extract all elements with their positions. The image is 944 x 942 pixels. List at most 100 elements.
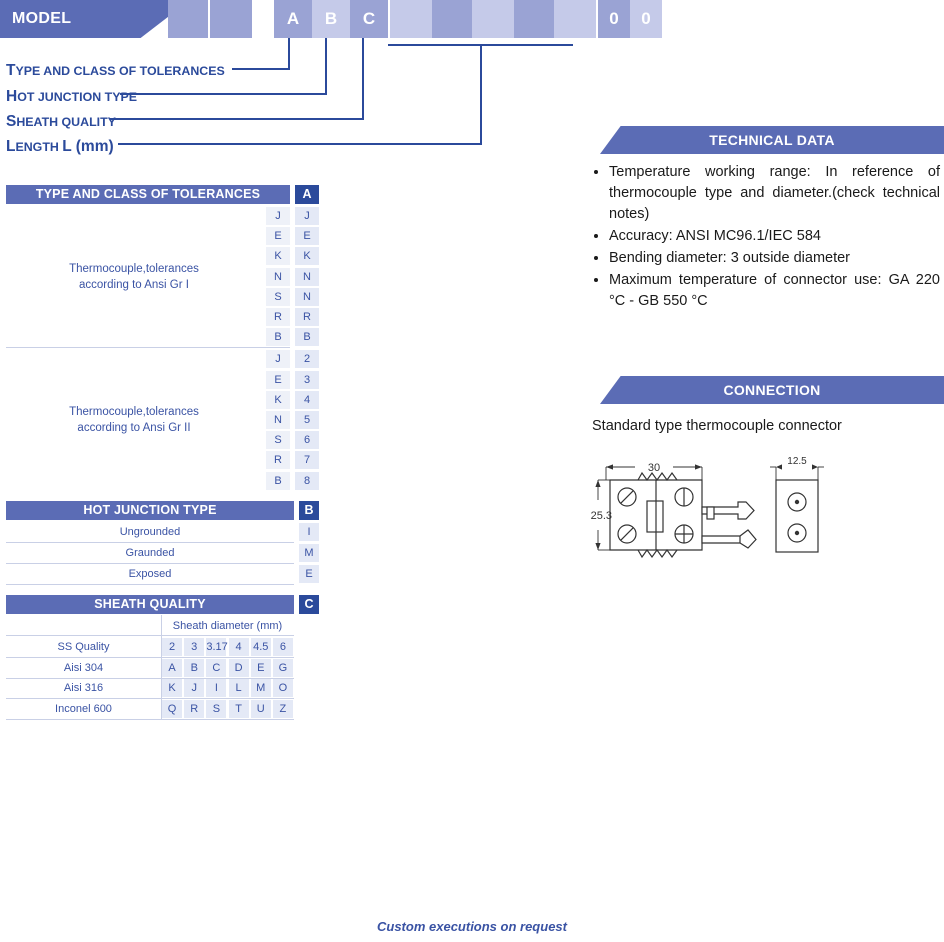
leader-line-2 xyxy=(325,38,327,95)
legend-initial: H xyxy=(6,88,18,105)
junction-row-code: I xyxy=(299,523,319,541)
model-code-box-3: B xyxy=(312,0,350,38)
tolerance-group-description-0: Thermocouple,tolerances according to Ansi… xyxy=(6,261,262,293)
model-banner: MODEL xyxy=(0,0,190,38)
junction-row-divider xyxy=(6,542,294,543)
tolerance-code-cell: 7 xyxy=(295,451,319,470)
model-code-box-2: A xyxy=(274,0,312,38)
junction-row-divider xyxy=(6,584,294,585)
sheath-cell: 3.17 xyxy=(206,638,228,656)
connection-title: CONNECTION xyxy=(723,382,821,398)
model-code-box-9 xyxy=(554,0,596,38)
model-code-box-1 xyxy=(210,0,252,38)
tolerance-code-cell: K xyxy=(295,247,319,266)
tolerance-desc-line1: Thermocouple,tolerances xyxy=(69,406,199,419)
sheath-cell: S xyxy=(206,699,227,718)
sheath-row-divider xyxy=(6,718,294,720)
tolerance-desc-line2: according to Ansi Gr I xyxy=(79,278,189,291)
sheath-cell: K xyxy=(162,679,183,697)
model-code-box-5 xyxy=(390,0,432,38)
tolerance-desc-line1: Thermocouple,tolerances xyxy=(69,262,199,275)
model-code-box-11: 0 xyxy=(630,0,662,38)
tolerance-type-cell: R xyxy=(266,451,290,470)
tolerance-code-cell: 5 xyxy=(295,411,319,429)
sheath-column-divider xyxy=(161,615,162,720)
tolerance-type-cell: K xyxy=(266,390,290,409)
legend-item-hot-junction: HOT JUNCTION TYPE xyxy=(6,88,137,106)
sheath-cell: 3 xyxy=(184,638,205,656)
sheath-cell: M xyxy=(250,679,271,697)
legend-text: HEATH QUALITY xyxy=(16,115,116,129)
technical-data-banner: TECHNICAL DATA xyxy=(600,126,944,154)
junction-row-divider xyxy=(6,563,294,564)
tolerance-type-cell: S xyxy=(266,431,290,450)
sheath-diameter-header: Sheath diameter (mm) xyxy=(172,620,283,632)
sheath-cell: A xyxy=(162,658,183,677)
legend-text: YPE AND CLASS OF TOLERANCES xyxy=(15,64,225,78)
tolerance-code-cell: E xyxy=(295,227,319,246)
tolerance-desc-line2: according to Ansi Gr II xyxy=(77,422,191,435)
tolerance-code-cell: 8 xyxy=(295,471,319,490)
tolerance-type-cell: J xyxy=(266,350,290,369)
sheath-cell: O xyxy=(272,679,293,697)
dimension-height: 25.3 xyxy=(591,510,612,522)
model-code-box-10: 0 xyxy=(598,0,630,38)
sheath-cell: U xyxy=(250,699,271,718)
sheath-cell: 4 xyxy=(228,638,249,656)
sheath-cell: 2 xyxy=(162,638,183,656)
tolerance-type-cell: N xyxy=(266,411,290,429)
tolerance-type-cell: N xyxy=(266,267,290,286)
tolerance-code-cell: N xyxy=(295,287,319,306)
leader-line-0 xyxy=(288,38,290,70)
tolerance-code-cell: 4 xyxy=(295,390,319,409)
tolerance-table: TYPE AND CLASS OF TOLERANCES A Thermocoupl… xyxy=(6,185,319,494)
sheath-table-title: SHEATH QUALITY xyxy=(6,595,294,614)
technical-data-bullet-0: Temperature working range: In reference … xyxy=(609,162,940,225)
tolerance-code-cell: B xyxy=(295,328,319,347)
model-code-box-0 xyxy=(168,0,208,38)
model-code-box-4: C xyxy=(350,0,388,38)
technical-data-list: Temperature working range: In reference … xyxy=(592,162,940,313)
leader-line-4 xyxy=(362,38,364,120)
tolerance-code-cell: R xyxy=(295,308,319,326)
legend-text: ENGTH xyxy=(15,140,63,154)
dimension-end: 12.5 xyxy=(787,456,807,467)
junction-row-code: M xyxy=(299,544,319,562)
model-code-box-7 xyxy=(472,0,514,38)
sheath-cell: G xyxy=(272,658,293,677)
tolerance-code-cell: 2 xyxy=(295,350,319,369)
leader-line-3 xyxy=(120,93,327,95)
sheath-cell: I xyxy=(206,679,227,697)
legend-suffix: L (mm) xyxy=(62,138,114,155)
sheath-row-label: Aisi 316 xyxy=(63,682,104,694)
sheath-row-label: Inconel 600 xyxy=(55,702,112,715)
junction-row-label: Graunded xyxy=(125,547,175,559)
sheath-cell: C xyxy=(206,658,227,677)
leader-line-8 xyxy=(118,143,482,145)
technical-data-bullet-3: Maximum temperature of connector use: GA… xyxy=(609,270,940,312)
legend-initial: S xyxy=(6,113,17,130)
sheath-cell: E xyxy=(250,658,271,677)
tolerance-type-cell: J xyxy=(266,207,290,225)
technical-data-title: TECHNICAL DATA xyxy=(709,132,835,148)
tolerance-type-cell: B xyxy=(266,328,290,347)
sheath-row-label: Aisi 304 xyxy=(63,661,104,674)
sheath-cell: D xyxy=(228,658,249,677)
leader-line-5 xyxy=(110,118,364,120)
legend-item-length: LENGTH L (mm) xyxy=(6,138,114,156)
connector-drawing-svg: 30 25.3 12.5 xyxy=(591,456,824,559)
tolerance-table-title: TYPE AND CLASS OF TOLERANCES xyxy=(6,185,290,204)
junction-row-label: Ungrounded xyxy=(119,526,181,538)
tolerance-code-cell: J xyxy=(295,207,319,225)
tolerance-code-cell: 3 xyxy=(295,370,319,389)
tolerance-group-description-1: Thermocouple,tolerances according to Ansi… xyxy=(6,404,262,436)
sheath-cell: 4.5 xyxy=(250,638,271,656)
dimension-width: 30 xyxy=(648,462,660,474)
sheath-header-divider xyxy=(6,635,294,636)
connector-drawing: 30 25.3 12.5 xyxy=(590,452,840,570)
model-banner-label: MODEL xyxy=(12,10,72,27)
sheath-cell: Z xyxy=(272,699,293,718)
sheath-cell: J xyxy=(184,679,205,697)
junction-table-code-header: B xyxy=(299,501,319,520)
tolerance-type-cell: B xyxy=(266,471,290,490)
